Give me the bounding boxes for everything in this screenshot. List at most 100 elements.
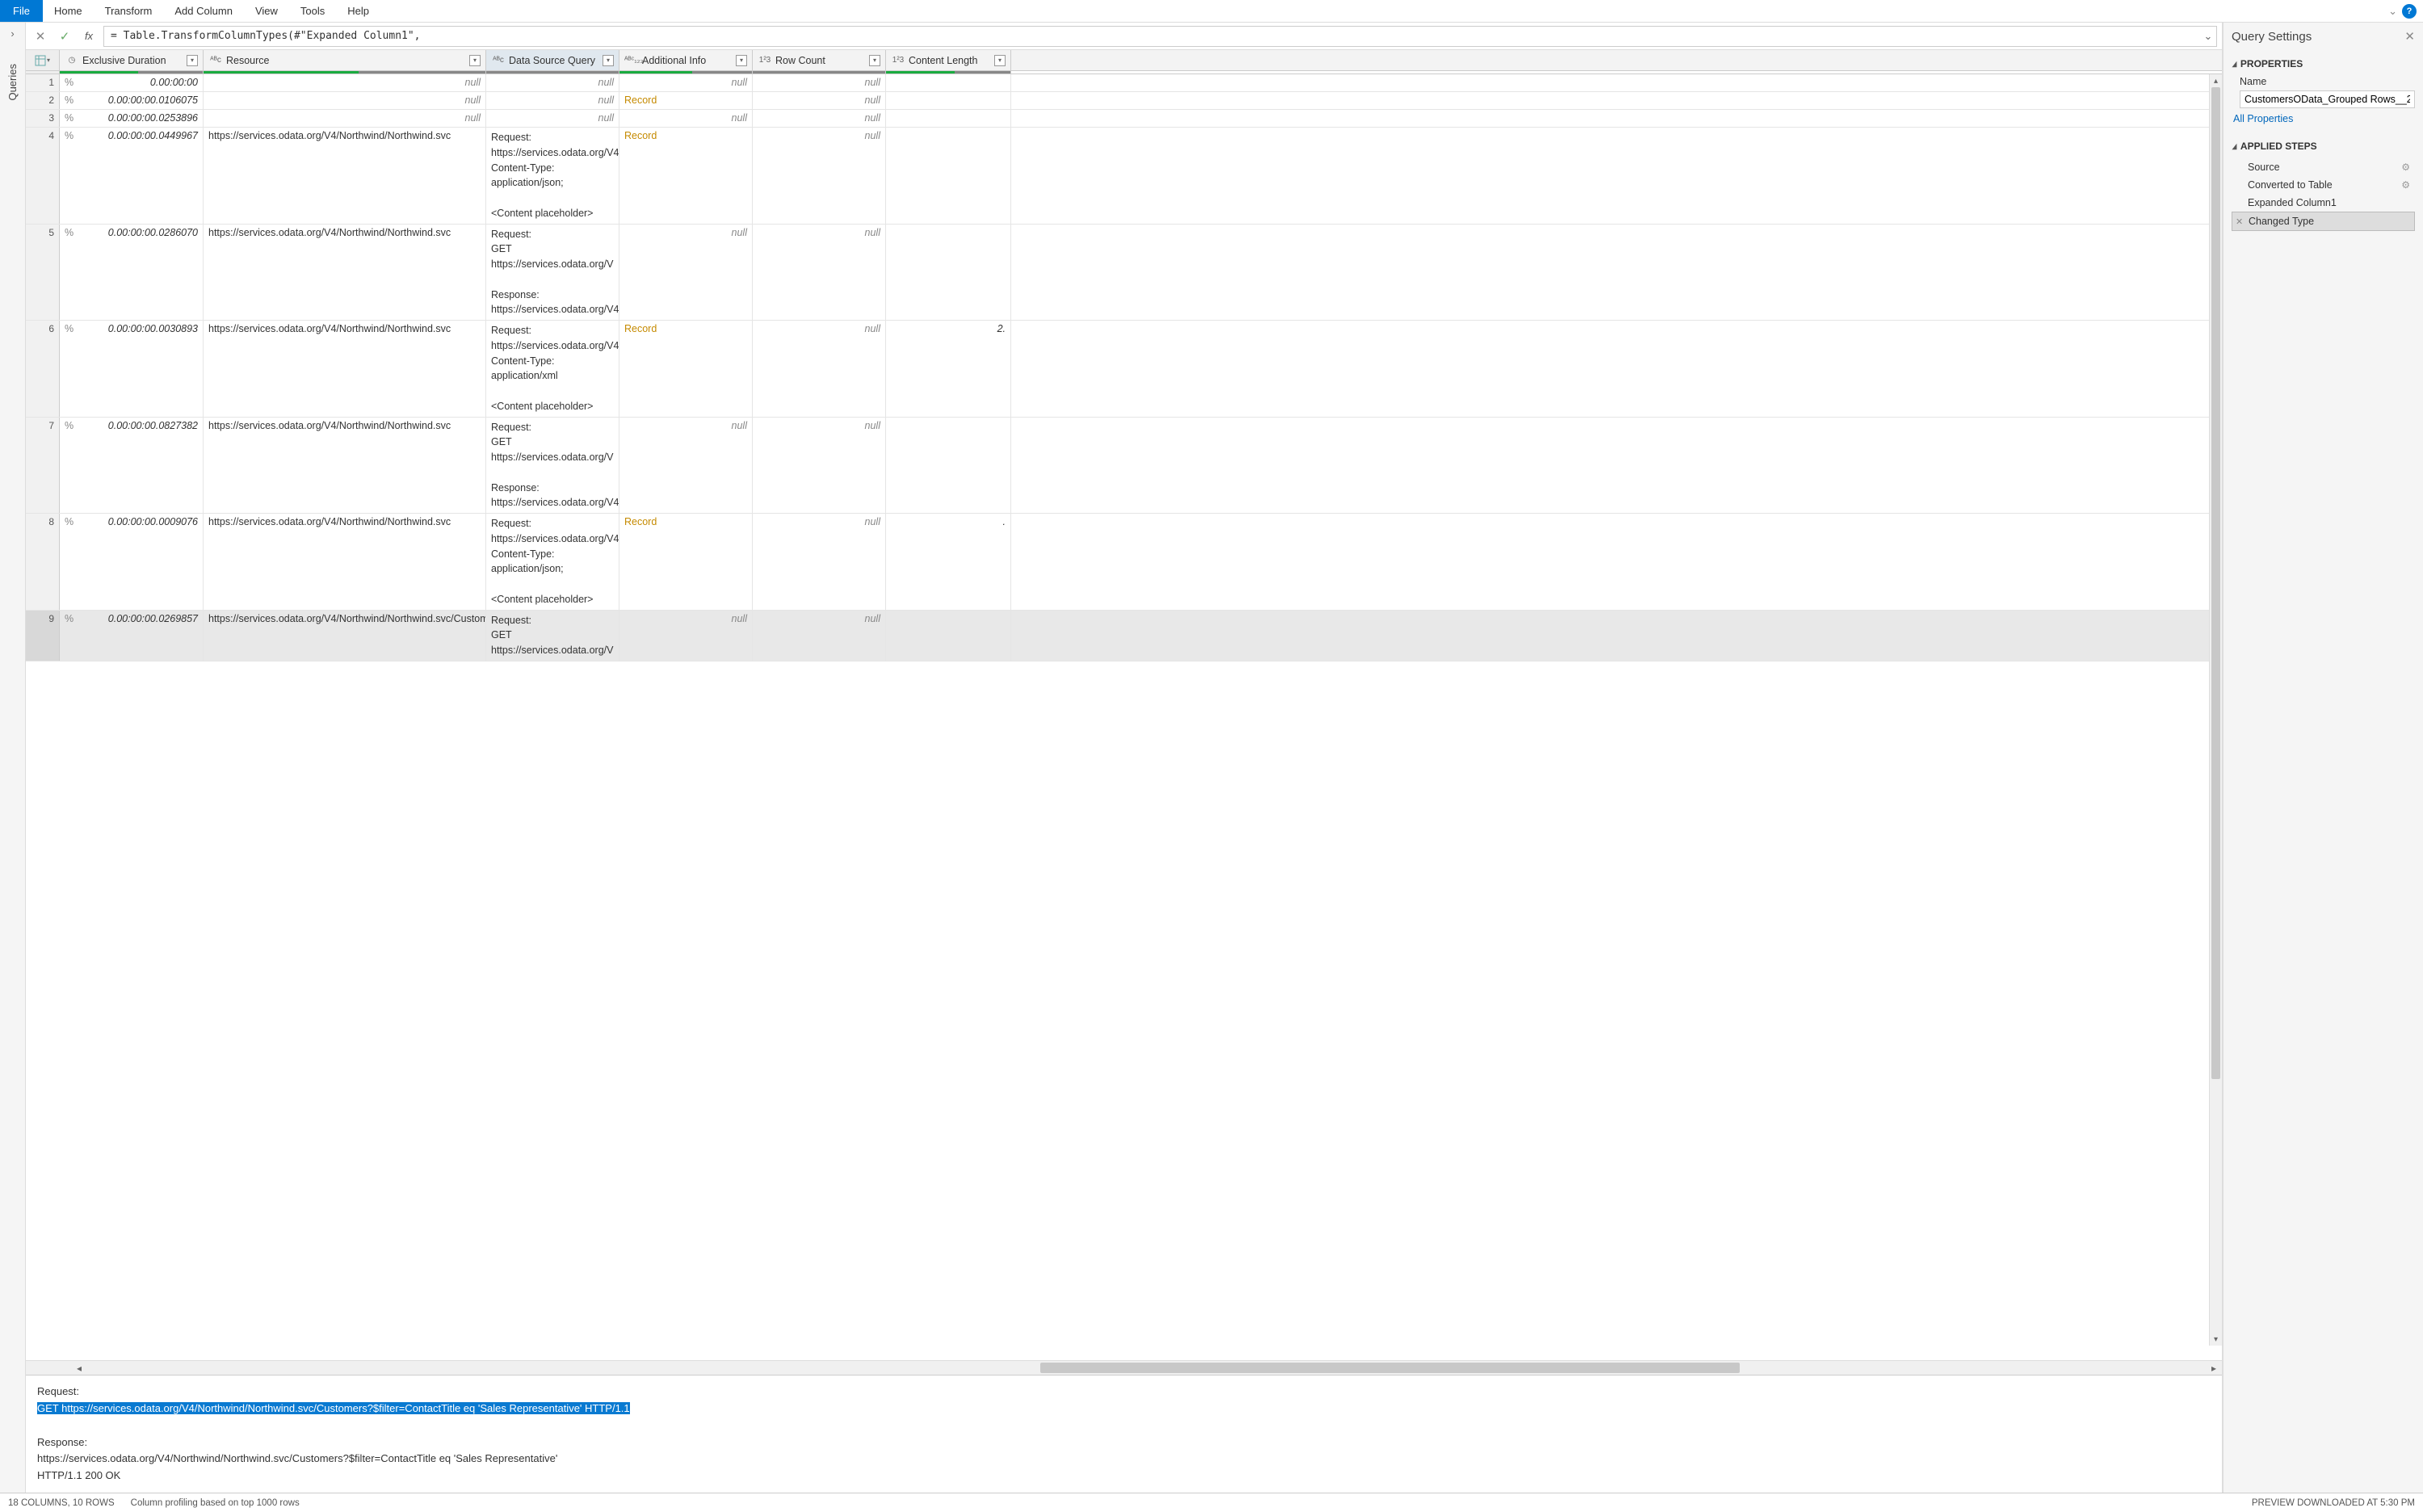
table-row[interactable]: 1%0.00:00:00nullnullnullnull xyxy=(26,74,2222,92)
cell-contentlen[interactable] xyxy=(886,611,1011,661)
cell-resource[interactable]: null xyxy=(204,92,486,109)
filter-icon[interactable]: ▾ xyxy=(469,55,481,66)
column-header-rowcount[interactable]: 1²3Row Count▾ xyxy=(753,50,886,70)
cell-resource[interactable]: https://services.odata.org/V4/Northwind/… xyxy=(204,611,486,661)
filter-icon[interactable]: ▾ xyxy=(603,55,614,66)
filter-icon[interactable]: ▾ xyxy=(736,55,747,66)
cell-addl[interactable]: Record xyxy=(619,92,753,109)
queries-expand-icon[interactable]: › xyxy=(10,23,14,44)
menu-file[interactable]: File xyxy=(0,0,43,22)
cell-contentlen[interactable] xyxy=(886,225,1011,321)
cell-exclusive[interactable]: %0.00:00:00.0106075 xyxy=(60,92,204,109)
menu-tools[interactable]: Tools xyxy=(289,0,336,22)
applied-step[interactable]: Expanded Column1 xyxy=(2232,194,2415,212)
table-row[interactable]: 6%0.00:00:00.0030893https://services.oda… xyxy=(26,321,2222,418)
cell-addl[interactable]: null xyxy=(619,110,753,127)
cell-contentlen[interactable]: 2. xyxy=(886,321,1011,417)
applied-step[interactable]: Source⚙ xyxy=(2232,158,2415,176)
cell-exclusive[interactable]: %0.00:00:00.0827382 xyxy=(60,418,204,514)
column-header-resource[interactable]: ᴬᴮcResource▾ xyxy=(204,50,486,70)
menu-home[interactable]: Home xyxy=(43,0,94,22)
type-icon[interactable]: ᴬᴮᶜ₁₂₃ xyxy=(624,56,639,65)
preview-request-line[interactable]: GET https://services.odata.org/V4/Northw… xyxy=(37,1402,630,1414)
queries-label[interactable]: Queries xyxy=(6,64,19,101)
cell-addl[interactable]: null xyxy=(619,611,753,661)
fx-icon[interactable]: fx xyxy=(79,30,99,42)
table-row[interactable]: 3%0.00:00:00.0253896nullnullnullnull xyxy=(26,110,2222,128)
cell-contentlen[interactable] xyxy=(886,74,1011,91)
cell-resource[interactable]: null xyxy=(204,110,486,127)
cell-addl[interactable]: null xyxy=(619,74,753,91)
formula-expand-icon[interactable]: ⌄ xyxy=(2200,30,2216,43)
cell-exclusive[interactable]: %0.00:00:00.0030893 xyxy=(60,321,204,417)
table-row[interactable]: 5%0.00:00:00.0286070https://services.oda… xyxy=(26,225,2222,321)
hscroll-thumb[interactable] xyxy=(1040,1363,1740,1373)
row-header[interactable]: 6 xyxy=(26,321,60,417)
cell-addl[interactable]: Record xyxy=(619,321,753,417)
cell-resource[interactable]: https://services.odata.org/V4/Northwind/… xyxy=(204,418,486,514)
applied-steps-header[interactable]: APPLIED STEPS xyxy=(2232,136,2415,157)
filter-icon[interactable]: ▾ xyxy=(187,55,198,66)
column-header-contentlen[interactable]: 1²3Content Length▾ xyxy=(886,50,1011,70)
formula-commit-icon[interactable]: ✓ xyxy=(55,27,74,46)
menu-transform[interactable]: Transform xyxy=(94,0,164,22)
row-header[interactable]: 8 xyxy=(26,514,60,610)
row-header[interactable]: 3 xyxy=(26,110,60,127)
table-row[interactable]: 2%0.00:00:00.0106075nullnullRecordnull xyxy=(26,92,2222,110)
cell-dsq[interactable]: Request: GET https://services.odata.org/… xyxy=(486,225,619,321)
type-icon[interactable]: ᴬᴮc xyxy=(208,56,223,65)
cell-rowcount[interactable]: null xyxy=(753,128,886,224)
type-icon[interactable]: 1²3 xyxy=(891,56,905,65)
cell-exclusive[interactable]: %0.00:00:00.0253896 xyxy=(60,110,204,127)
cell-resource[interactable]: https://services.odata.org/V4/Northwind/… xyxy=(204,321,486,417)
row-header[interactable]: 9 xyxy=(26,611,60,661)
cell-exclusive[interactable]: %0.00:00:00.0449967 xyxy=(60,128,204,224)
query-name-input[interactable] xyxy=(2240,90,2415,108)
table-row[interactable]: 9%0.00:00:00.0269857https://services.oda… xyxy=(26,611,2222,662)
gear-icon[interactable]: ⚙ xyxy=(2401,162,2410,173)
row-header[interactable]: 1 xyxy=(26,74,60,91)
formula-cancel-icon[interactable]: ✕ xyxy=(31,27,50,46)
cell-dsq[interactable]: null xyxy=(486,110,619,127)
cell-addl[interactable]: Record xyxy=(619,514,753,610)
row-header[interactable]: 5 xyxy=(26,225,60,321)
cell-exclusive[interactable]: %0.00:00:00 xyxy=(60,74,204,91)
cell-resource[interactable]: null xyxy=(204,74,486,91)
cell-rowcount[interactable]: null xyxy=(753,514,886,610)
formula-input[interactable] xyxy=(104,30,2200,42)
all-properties-link[interactable]: All Properties xyxy=(2232,108,2295,129)
cell-resource[interactable]: https://services.odata.org/V4/Northwind/… xyxy=(204,225,486,321)
cell-exclusive[interactable]: %0.00:00:00.0009076 xyxy=(60,514,204,610)
cell-resource[interactable]: https://services.odata.org/V4/Northwind/… xyxy=(204,128,486,224)
scroll-up-icon[interactable]: ▴ xyxy=(2210,74,2222,87)
help-icon[interactable]: ? xyxy=(2402,4,2417,19)
cell-resource[interactable]: https://services.odata.org/V4/Northwind/… xyxy=(204,514,486,610)
filter-icon[interactable]: ▾ xyxy=(869,55,880,66)
cell-contentlen[interactable] xyxy=(886,92,1011,109)
cell-addl[interactable]: Record xyxy=(619,128,753,224)
vertical-scrollbar[interactable]: ▴ ▾ xyxy=(2209,74,2222,1346)
properties-header[interactable]: PROPERTIES xyxy=(2232,53,2415,74)
cell-dsq[interactable]: Request: GET https://services.odata.org/… xyxy=(486,418,619,514)
type-icon[interactable]: ◷ xyxy=(65,56,79,65)
table-row[interactable]: 8%0.00:00:00.0009076https://services.oda… xyxy=(26,514,2222,611)
applied-step[interactable]: ✕Changed Type xyxy=(2232,212,2415,231)
close-settings-icon[interactable]: ✕ xyxy=(2404,29,2415,44)
column-header-dsq[interactable]: ᴬᴮcData Source Query▾ xyxy=(486,50,619,70)
row-header[interactable]: 2 xyxy=(26,92,60,109)
grid-body[interactable]: 1%0.00:00:00nullnullnullnull2%0.00:00:00… xyxy=(26,74,2222,1360)
menu-view[interactable]: View xyxy=(244,0,289,22)
menu-add-column[interactable]: Add Column xyxy=(163,0,244,22)
cell-dsq[interactable]: Request: https://services.odata.org/V4/N… xyxy=(486,128,619,224)
menu-help[interactable]: Help xyxy=(336,0,380,22)
table-row[interactable]: 7%0.00:00:00.0827382https://services.oda… xyxy=(26,418,2222,514)
cell-rowcount[interactable]: null xyxy=(753,418,886,514)
cell-dsq[interactable]: Request: GET https://services.odata.org/… xyxy=(486,611,619,661)
cell-exclusive[interactable]: %0.00:00:00.0286070 xyxy=(60,225,204,321)
cell-rowcount[interactable]: null xyxy=(753,321,886,417)
cell-exclusive[interactable]: %0.00:00:00.0269857 xyxy=(60,611,204,661)
scroll-left-icon[interactable]: ◂ xyxy=(71,1363,87,1374)
applied-step[interactable]: Converted to Table⚙ xyxy=(2232,176,2415,194)
cell-dsq[interactable]: Request: https://services.odata.org/V4/N… xyxy=(486,514,619,610)
type-icon[interactable]: ᴬᴮc xyxy=(491,56,506,65)
